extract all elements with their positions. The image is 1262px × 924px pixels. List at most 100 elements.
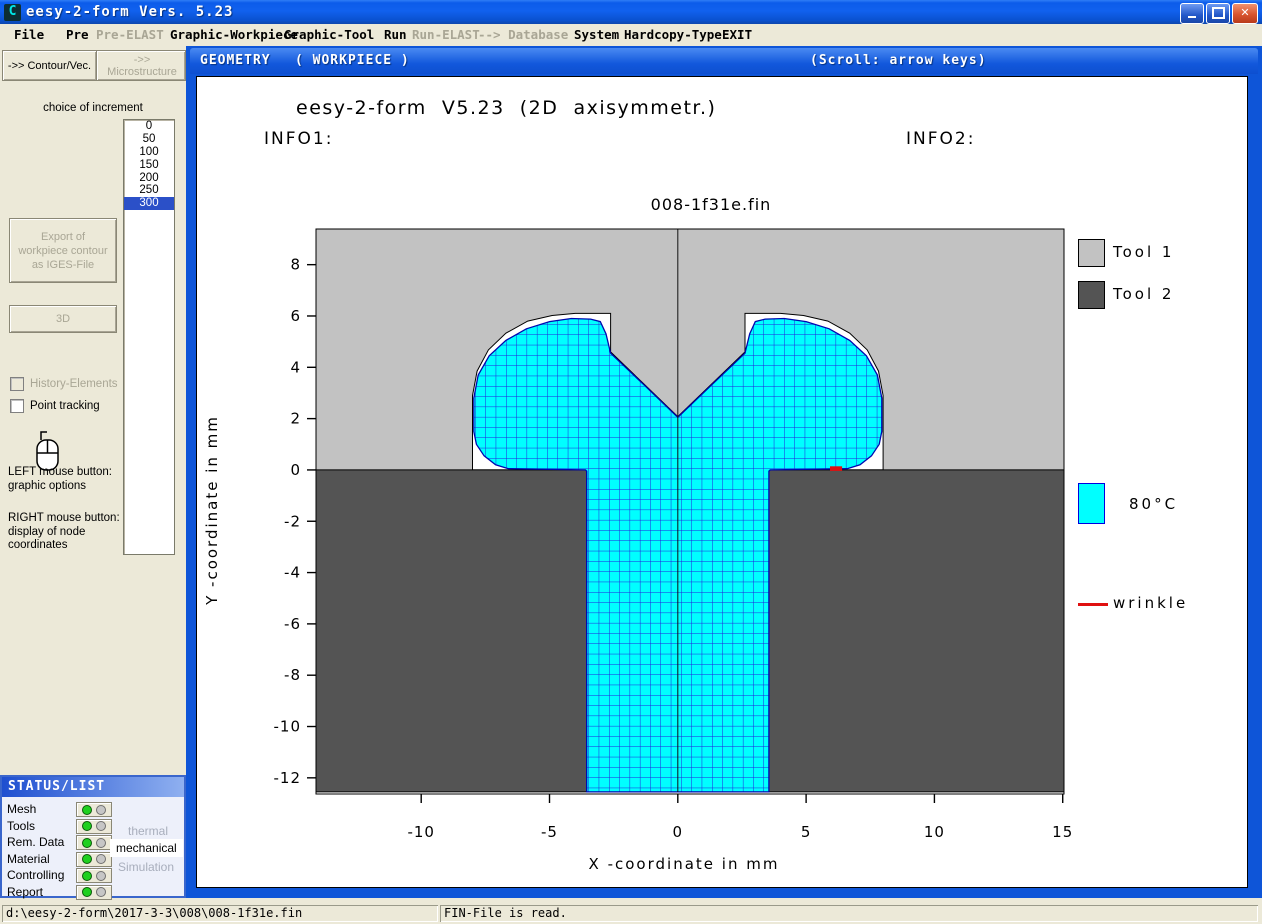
wrinkle-marker: [830, 466, 842, 471]
led-on: [82, 871, 92, 881]
status-row-mesh: Mesh: [2, 802, 184, 817]
led-off: [96, 805, 106, 815]
status-row-label: Mesh: [7, 802, 36, 816]
x-tick-label: 10: [924, 823, 945, 841]
menu-item-hardcopy-type[interactable]: Hardcopy-Type: [624, 27, 722, 42]
increment-option-150[interactable]: 150: [124, 159, 174, 172]
status-row-label: Report: [7, 885, 43, 899]
point-tracking-checkbox-row[interactable]: Point tracking: [10, 399, 100, 413]
bottom-statusbar: d:\eesy-2-form\2017-3-3\008\008-1f31e.fi…: [0, 903, 1262, 924]
maximize-button[interactable]: [1206, 3, 1230, 24]
led-off: [96, 821, 106, 831]
window-titlebar[interactable]: C eesy-2-form Vers. 5.23 ✕: [0, 0, 1262, 24]
increment-option-300[interactable]: 300: [124, 197, 174, 210]
menu-item-file[interactable]: File: [14, 27, 44, 42]
led-on: [82, 887, 92, 897]
history-elements-checkbox: [10, 377, 24, 391]
y-tick-label: 8: [290, 256, 301, 274]
led-off: [96, 887, 106, 897]
point-tracking-label: Point tracking: [30, 400, 100, 412]
legend-swatch-3: [1078, 603, 1108, 606]
increment-option-100[interactable]: 100: [124, 146, 174, 159]
left-mouse-help: LEFT mouse button: graphic options: [8, 466, 112, 493]
plot-canvas[interactable]: eesy-2-form V5.23 (2D axisymmetr.) INFO1…: [196, 76, 1248, 888]
x-tick-label: 15: [1052, 823, 1073, 841]
graphics-window-titlebar[interactable]: GEOMETRY ( WORKPIECE ) (Scroll: arrow ke…: [190, 48, 1258, 74]
y-tick-label: -8: [284, 666, 301, 684]
menu-item-system[interactable]: System: [574, 27, 619, 42]
menu-item-graphic-workpiece[interactable]: Graphic-Workpiece: [170, 27, 298, 42]
menu-item-pre[interactable]: Pre: [66, 27, 89, 42]
contour-vec-button[interactable]: ->> Contour/Vec.: [2, 50, 97, 81]
x-tick-label: -10: [407, 823, 435, 841]
increment-listbox[interactable]: 050100150200250300: [123, 119, 175, 555]
statusbar-filepath: d:\eesy-2-form\2017-3-3\008\008-1f31e.fi…: [2, 905, 438, 922]
scroll-hint: (Scroll: arrow keys): [810, 53, 987, 68]
menu-bar: File Pre Pre-ELAST Graphic-WorkpieceGraphic…: [0, 24, 1262, 46]
menu-item-run[interactable]: Run: [384, 27, 407, 42]
status-row-report: Report: [2, 885, 184, 900]
y-axis-label: Y -coordinate in mm: [203, 415, 221, 606]
history-elements-checkbox-row: History-Elements: [10, 377, 118, 391]
status-row-label: Rem. Data: [7, 835, 64, 849]
legend-swatch-0: [1078, 239, 1105, 267]
status-led-button[interactable]: [76, 835, 112, 850]
status-list-panel: STATUS/LIST MeshToolsRem. DataMaterialCo…: [0, 775, 186, 898]
window-title: eesy-2-form Vers. 5.23: [26, 4, 233, 20]
right-mouse-help: RIGHT mouse button: display of node coor…: [8, 512, 120, 553]
graphics-window: GEOMETRY ( WORKPIECE ) (Scroll: arrow ke…: [186, 46, 1262, 898]
app-icon: C: [4, 4, 21, 21]
maximize-icon: [1212, 7, 1225, 19]
legend-label-1: Tool 2: [1113, 285, 1174, 303]
y-tick-label: -12: [274, 769, 302, 787]
led-on: [82, 805, 92, 815]
minimize-button[interactable]: [1180, 3, 1204, 24]
led-off: [96, 838, 106, 848]
increment-option-50[interactable]: 50: [124, 133, 174, 146]
y-tick-label: 2: [290, 410, 301, 428]
menu-item-pre-elast: Pre-ELAST: [96, 27, 164, 42]
led-off: [96, 854, 106, 864]
status-row-label: Controlling: [7, 868, 64, 882]
mode-simulation: Simulation: [118, 860, 174, 874]
menu-item-exit[interactable]: EXIT: [722, 27, 752, 42]
close-icon: ✕: [1240, 6, 1249, 19]
status-led-button[interactable]: [76, 802, 112, 817]
status-led-button[interactable]: [76, 868, 112, 883]
geometry-title: GEOMETRY: [200, 53, 271, 68]
microstructure-button: ->> Microstructure: [96, 50, 186, 81]
legend-label-2: 80°C: [1129, 495, 1178, 513]
status-led-button[interactable]: [76, 885, 112, 900]
point-tracking-checkbox[interactable]: [10, 399, 24, 413]
increment-option-200[interactable]: 200: [124, 172, 174, 185]
led-on: [82, 854, 92, 864]
close-button[interactable]: ✕: [1232, 3, 1258, 24]
x-axis-label: X -coordinate in mm: [589, 855, 780, 873]
y-tick-label: -4: [284, 564, 301, 582]
y-tick-label: -10: [274, 718, 302, 736]
menu-item-run-elast: Run-ELAST: [412, 27, 480, 42]
statusbar-message: FIN-File is read.: [440, 905, 1258, 922]
y-tick-label: -6: [284, 615, 301, 633]
status-list-title: STATUS/LIST: [2, 777, 184, 797]
menu-item-graphic-tool[interactable]: Graphic-Tool: [284, 27, 374, 42]
led-off: [96, 871, 106, 881]
export-iges-button: Export ofworkpiece contouras IGES-File: [9, 218, 117, 283]
3d-button: 3D: [9, 305, 117, 333]
increment-option-250[interactable]: 250: [124, 184, 174, 197]
x-tick-label: 5: [801, 823, 812, 841]
status-row-label: Tools: [7, 819, 35, 833]
minimize-icon: [1188, 16, 1196, 18]
legend-label-3: wrinkle: [1113, 594, 1188, 612]
legend-swatch-1: [1078, 281, 1105, 309]
increment-option-0[interactable]: 0: [124, 120, 174, 133]
status-led-button[interactable]: [76, 852, 112, 867]
led-on: [82, 821, 92, 831]
x-tick-label: 0: [673, 823, 684, 841]
history-elements-label: History-Elements: [30, 378, 118, 390]
mode-mechanical: mechanical: [110, 839, 183, 857]
y-tick-label: 4: [290, 358, 301, 376]
status-led-button[interactable]: [76, 819, 112, 834]
y-tick-label: -2: [284, 512, 301, 530]
legend-swatch-2: [1078, 483, 1105, 524]
